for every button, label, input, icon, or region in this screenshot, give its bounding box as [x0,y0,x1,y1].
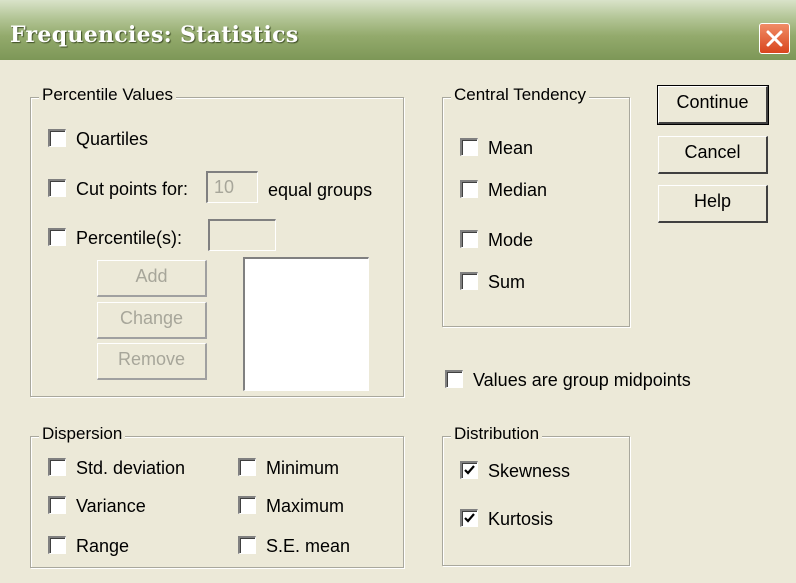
median-checkbox[interactable]: Median [460,179,547,201]
range-checkbox-box[interactable] [48,536,66,555]
help-button[interactable]: Help [658,185,768,223]
close-button[interactable] [759,23,790,54]
sum-label: Sum [488,272,526,292]
distribution-legend: Distribution [451,424,543,444]
title-bar[interactable]: Frequencies: Statistics [0,0,796,60]
change-button[interactable]: Change [97,302,207,339]
variance-checkbox-box[interactable] [48,496,66,515]
dispersion-legend: Dispersion [39,424,126,444]
percentile-values-legend: Percentile Values [39,85,177,105]
percentiles-list[interactable] [243,257,369,391]
quartiles-label: Quartiles [76,129,149,149]
close-icon [766,30,783,47]
quartiles-checkbox[interactable]: Quartiles [48,128,148,150]
cut-points-label: Cut points for: [76,179,189,199]
equal-groups-label: equal groups [268,180,373,200]
cancel-button[interactable]: Cancel [658,136,768,174]
help-button-label: Help [693,191,732,211]
se-mean-checkbox-box[interactable] [238,536,256,555]
sum-checkbox[interactable]: Sum [460,271,525,293]
maximum-checkbox[interactable]: Maximum [238,495,344,517]
std-deviation-checkbox[interactable]: Std. deviation [48,457,185,479]
std-deviation-checkbox-box[interactable] [48,458,66,477]
maximum-label: Maximum [266,496,345,516]
checkmark-icon [464,465,475,475]
add-button-label: Add [135,266,168,286]
range-label: Range [76,536,130,556]
mean-label: Mean [488,138,534,158]
cut-points-value: 10 [214,177,235,197]
kurtosis-checkbox[interactable]: Kurtosis [460,508,553,530]
maximum-checkbox-box[interactable] [238,496,256,515]
median-label: Median [488,180,548,200]
skewness-checkbox-box[interactable] [460,461,478,480]
skewness-label: Skewness [488,461,571,481]
se-mean-label: S.E. mean [266,536,351,556]
mode-label: Mode [488,230,534,250]
skewness-checkbox[interactable]: Skewness [460,460,570,482]
cancel-button-label: Cancel [684,142,741,162]
remove-button[interactable]: Remove [97,343,207,380]
statistics-dialog: Frequencies: Statistics Percentile Value… [0,0,796,583]
sum-checkbox-box[interactable] [460,272,478,291]
distribution-group: Distribution [442,424,630,566]
cut-points-checkbox[interactable]: Cut points for: [48,178,188,200]
kurtosis-checkbox-box[interactable] [460,509,478,528]
continue-button[interactable]: Continue [657,85,769,125]
variance-label: Variance [76,496,146,516]
std-deviation-label: Std. deviation [76,458,186,478]
cut-points-checkbox-box[interactable] [48,179,66,198]
group-midpoints-checkbox[interactable]: Values are group midpoints [445,369,691,391]
variance-checkbox[interactable]: Variance [48,495,146,517]
checkmark-icon [464,513,475,523]
mean-checkbox[interactable]: Mean [460,137,533,159]
median-checkbox-box[interactable] [460,180,478,199]
mode-checkbox-box[interactable] [460,230,478,249]
add-button[interactable]: Add [97,260,207,297]
mean-checkbox-box[interactable] [460,138,478,157]
cut-points-input[interactable]: 10 [206,171,258,203]
dialog-title: Frequencies: Statistics [10,22,299,48]
group-midpoints-label: Values are group midpoints [473,370,691,390]
percentiles-input[interactable] [208,219,276,251]
minimum-label: Minimum [266,458,340,478]
minimum-checkbox[interactable]: Minimum [238,457,339,479]
mode-checkbox[interactable]: Mode [460,229,533,251]
se-mean-checkbox[interactable]: S.E. mean [238,535,350,557]
minimum-checkbox-box[interactable] [238,458,256,477]
percentiles-checkbox-box[interactable] [48,228,66,247]
remove-button-label: Remove [117,349,186,369]
percentiles-label: Percentile(s): [76,228,183,248]
group-midpoints-checkbox-box[interactable] [445,370,463,389]
quartiles-checkbox-box[interactable] [48,129,66,148]
change-button-label: Change [119,308,184,328]
kurtosis-label: Kurtosis [488,509,554,529]
percentiles-checkbox[interactable]: Percentile(s): [48,227,182,249]
continue-button-label: Continue [676,92,749,112]
central-tendency-legend: Central Tendency [451,85,589,105]
range-checkbox[interactable]: Range [48,535,129,557]
